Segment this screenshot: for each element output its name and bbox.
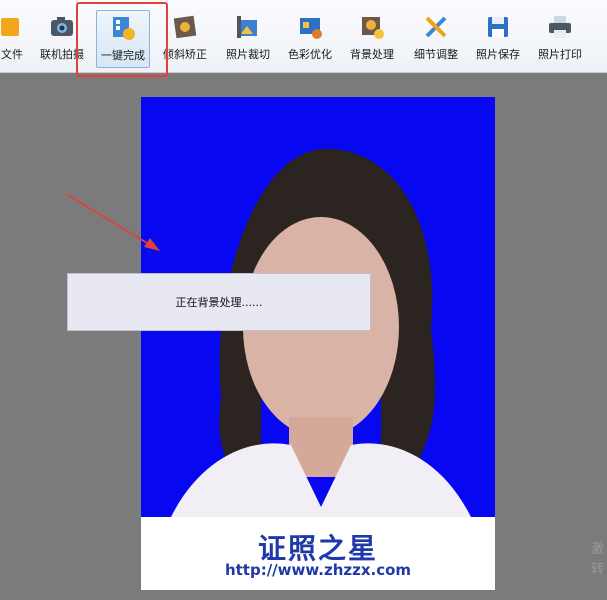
- watermark: 激 转: [591, 542, 605, 577]
- folder-icon: [0, 14, 25, 40]
- toolbar-color-button[interactable]: 色彩优化: [284, 10, 336, 66]
- save-icon: [485, 14, 511, 40]
- toolbar-file-button[interactable]: 文件: [0, 10, 32, 66]
- tilt-correct-icon: [172, 14, 198, 40]
- print-icon: [547, 14, 573, 40]
- toolbar-detail-button[interactable]: 细节调整: [410, 10, 462, 66]
- toolbar: 文件 联机拍摄 一键完成 倾斜矫正 照片裁切 色彩优化 背景处理 细节调整 照片…: [0, 0, 607, 77]
- brand-url: http://www.zhzzx.com: [224, 561, 412, 579]
- camera-icon: [49, 14, 75, 40]
- processing-dialog: 正在背景处理......: [67, 273, 371, 331]
- color-optimize-icon: [297, 14, 323, 40]
- background-icon: [359, 14, 385, 40]
- toolbar-crop-label: 照片裁切: [226, 48, 270, 61]
- processing-message: 正在背景处理......: [175, 296, 263, 309]
- toolbar-save-button[interactable]: 照片保存: [472, 10, 524, 66]
- photo-caption-band: 证照之星 http://www.zhzzx.com: [141, 517, 495, 590]
- toolbar-file-label: 文件: [1, 48, 23, 61]
- toolbar-print-label: 照片打印: [538, 48, 582, 61]
- photo-preview: 证照之星 http://www.zhzzx.com: [141, 97, 495, 590]
- highlight-box: [76, 2, 168, 77]
- toolbar-tilt-label: 倾斜矫正: [163, 48, 207, 61]
- crop-icon: [235, 14, 261, 40]
- toolbar-detail-label: 细节调整: [414, 48, 458, 61]
- toolbar-print-button[interactable]: 照片打印: [534, 10, 586, 66]
- toolbar-crop-button[interactable]: 照片裁切: [222, 10, 274, 66]
- toolbar-background-button[interactable]: 背景处理: [346, 10, 398, 66]
- toolbar-save-label: 照片保存: [476, 48, 520, 61]
- toolbar-background-label: 背景处理: [350, 48, 394, 61]
- detail-adjust-icon: [423, 14, 449, 40]
- toolbar-color-label: 色彩优化: [288, 48, 332, 61]
- annotation-arrow: [65, 193, 160, 251]
